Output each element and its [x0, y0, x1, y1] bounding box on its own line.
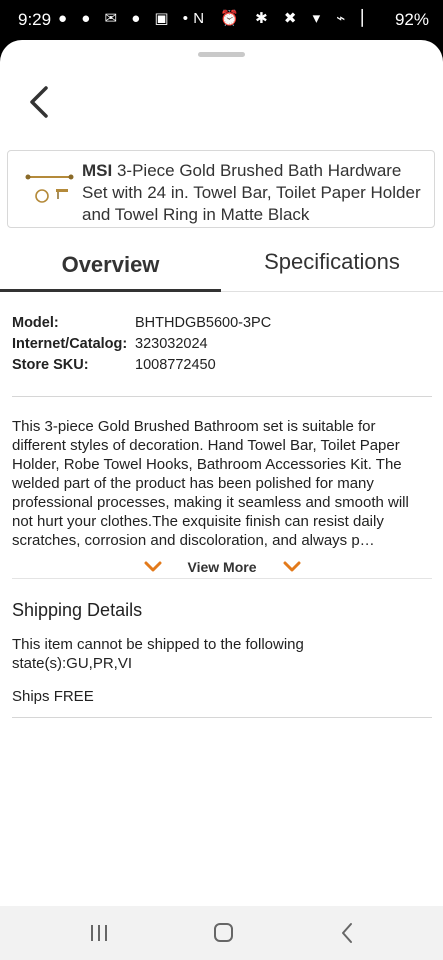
- active-tab-indicator: [0, 289, 221, 292]
- battery-level: 92%: [394, 10, 429, 29]
- recent-apps-icon: [91, 925, 107, 941]
- view-more-label: View More: [187, 559, 257, 575]
- spec-value: BHTHDGB5600-3PC: [135, 315, 272, 331]
- system-status-icons: N ⏰ ✱ ✖ ▾ ⌁ ▏: [193, 10, 379, 27]
- shipping-restriction: This item cannot be shipped to the follo…: [12, 636, 304, 672]
- chevron-left-icon: [30, 86, 48, 118]
- tab-overview[interactable]: Overview: [0, 240, 221, 290]
- divider: [12, 717, 432, 718]
- home-icon: [214, 923, 233, 942]
- product-description: This 3-piece Gold Brushed Bathroom set i…: [12, 418, 409, 549]
- product-title: MSI 3-Piece Gold Brushed Bath Hardware S…: [82, 160, 427, 226]
- notification-icons: ● ● ✉ ● ▣ •: [58, 10, 194, 27]
- spec-list: Model: BHTHDGB5600-3PC Internet/Catalog:…: [12, 313, 271, 376]
- recent-apps-button[interactable]: [84, 920, 114, 946]
- product-sheet: MSI 3-Piece Gold Brushed Bath Hardware S…: [0, 40, 443, 906]
- tab-specifications[interactable]: Specifications: [221, 237, 443, 287]
- nav-back-button[interactable]: [333, 920, 363, 946]
- drag-handle[interactable]: [198, 52, 245, 57]
- home-button[interactable]: [208, 920, 238, 946]
- spec-value: 1008772450: [135, 357, 216, 373]
- product-brand: MSI: [82, 161, 113, 180]
- spec-row-internet-catalog: Internet/Catalog: 323032024: [12, 334, 271, 355]
- tab-bar: Overview Specifications: [0, 240, 443, 294]
- system-nav-bar: [0, 906, 443, 960]
- view-more-button[interactable]: View More: [12, 555, 432, 579]
- spec-label: Model:: [12, 315, 59, 331]
- back-icon: [342, 923, 352, 943]
- spec-value: 323032024: [135, 336, 208, 352]
- ships-free-label: Ships FREE: [12, 688, 94, 705]
- product-thumbnail: [25, 174, 74, 203]
- product-card[interactable]: MSI 3-Piece Gold Brushed Bath Hardware S…: [7, 150, 435, 228]
- spec-row-model: Model: BHTHDGB5600-3PC: [12, 313, 271, 334]
- spec-label: Internet/Catalog:: [12, 336, 128, 352]
- status-time: 9:29: [18, 10, 52, 29]
- chevron-down-icon: [283, 561, 300, 572]
- back-button[interactable]: [22, 82, 62, 122]
- divider: [12, 396, 432, 397]
- status-bar: 9:29 ● ● ✉ ● ▣ • N ⏰ ✱ ✖ ▾ ⌁ ▏ 92%: [0, 0, 443, 40]
- spec-label: Store SKU:: [12, 357, 89, 373]
- divider: [12, 578, 432, 579]
- shipping-details-title: Shipping Details: [12, 600, 143, 620]
- spec-row-store-sku: Store SKU: 1008772450: [12, 355, 271, 376]
- chevron-down-icon: [144, 561, 161, 572]
- product-name: 3-Piece Gold Brushed Bath Hardware Set w…: [82, 161, 421, 224]
